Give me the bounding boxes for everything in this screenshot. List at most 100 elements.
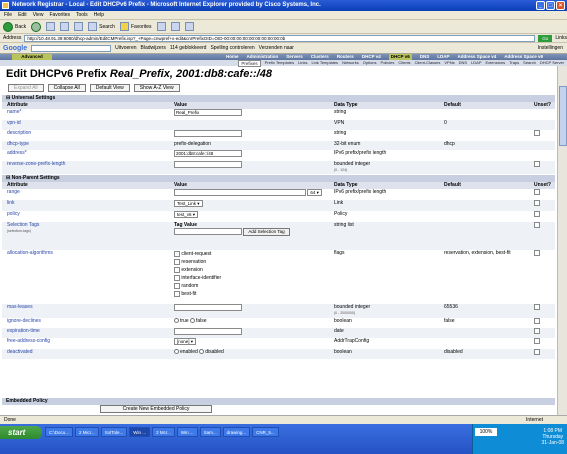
- unset-ignore-declines-checkbox[interactable]: [534, 318, 540, 324]
- subnav-dns[interactable]: DNS: [459, 60, 467, 66]
- refresh-icon[interactable]: [60, 22, 70, 31]
- non-parent-settings-header[interactable]: ⊟ Non-Parent Settings: [2, 175, 555, 182]
- subnav-prefixes[interactable]: Prefixes: [238, 60, 261, 67]
- subnav-traps[interactable]: Traps: [509, 60, 519, 66]
- go-button[interactable]: Go: [538, 34, 553, 42]
- popup-blocked[interactable]: 114 geblokkeerd: [170, 45, 207, 51]
- unset-range-checkbox[interactable]: [534, 189, 540, 195]
- home-icon[interactable]: [74, 22, 84, 31]
- subnav-vpns[interactable]: VPNs: [444, 60, 454, 66]
- task-button[interactable]: drawing...: [222, 427, 251, 437]
- subnav-client-classes[interactable]: Client-Classes: [415, 60, 441, 66]
- range-input[interactable]: [174, 189, 306, 196]
- alloc-option[interactable]: interface-identifier: [174, 274, 221, 281]
- subnav-networks[interactable]: Networks: [342, 60, 359, 66]
- subnav-link-templates[interactable]: Link Templates: [311, 60, 338, 66]
- reverse-zone-input[interactable]: [174, 161, 242, 168]
- links-label[interactable]: Links: [555, 35, 567, 41]
- start-button[interactable]: start: [0, 426, 42, 439]
- media-icon[interactable]: [156, 22, 166, 31]
- collapse-all-button[interactable]: Collapse All: [47, 84, 86, 92]
- unset-free-address-checkbox[interactable]: [534, 338, 540, 344]
- ignore-declines-false-radio[interactable]: false: [190, 318, 207, 324]
- alloc-option[interactable]: client-request: [174, 250, 211, 257]
- task-button[interactable]: Sam...: [199, 427, 221, 437]
- task-button[interactable]: 2 Mcr...: [152, 427, 175, 437]
- create-embedded-policy-button[interactable]: Create New Embedded Policy: [100, 405, 212, 413]
- address-input[interactable]: http://10.48.91.39:8080/dhcp-admin/EditC…: [24, 34, 536, 42]
- scrollbar-thumb[interactable]: [559, 86, 567, 146]
- max-leases-input[interactable]: [174, 304, 242, 311]
- maximize-button[interactable]: □: [546, 1, 555, 10]
- name-input[interactable]: Real_Prefix: [174, 109, 242, 116]
- close-button[interactable]: ×: [556, 1, 565, 10]
- settings-button[interactable]: Instellingen: [538, 45, 563, 51]
- zoom-level[interactable]: 100%: [475, 428, 497, 436]
- subnav-ldap[interactable]: LDAP: [471, 60, 481, 66]
- task-button[interactable]: CNR_5...: [252, 427, 279, 437]
- task-button[interactable]: Win ...: [129, 427, 151, 437]
- show-az-view-button[interactable]: Show A-Z View: [133, 84, 180, 92]
- unset-reverse-zone-checkbox[interactable]: [534, 161, 540, 167]
- alloc-option[interactable]: reservation: [174, 258, 206, 265]
- deactivated-disabled-radio[interactable]: disabled: [199, 349, 224, 355]
- subnav-links[interactable]: Links: [298, 60, 307, 66]
- unset-allocation-checkbox[interactable]: [534, 250, 540, 256]
- send-to-button[interactable]: Verzenden naar: [259, 45, 294, 51]
- unset-max-leases-checkbox[interactable]: [534, 304, 540, 310]
- search-button[interactable]: Search: [88, 22, 115, 31]
- policy-select[interactable]: test_v6 ▾: [174, 211, 199, 218]
- bookmarks-button[interactable]: Bladwijzers: [141, 45, 166, 51]
- vertical-scrollbar[interactable]: [557, 66, 567, 415]
- mail-icon[interactable]: [170, 22, 180, 31]
- default-view-button[interactable]: Default View: [89, 84, 130, 92]
- menu-file[interactable]: File: [4, 11, 12, 19]
- link-select[interactable]: Test_Link ▾: [174, 200, 203, 207]
- unset-selection-tags-checkbox[interactable]: [534, 222, 540, 228]
- task-button[interactable]: C:\Docu...: [45, 427, 74, 437]
- forward-button[interactable]: [31, 21, 42, 32]
- subnav-policies[interactable]: Policies: [381, 60, 395, 66]
- expiration-input[interactable]: [174, 328, 242, 335]
- task-button[interactable]: 2 Micr...: [75, 427, 99, 437]
- subnav-options[interactable]: Options: [363, 60, 377, 66]
- unset-deactivated-checkbox[interactable]: [534, 349, 540, 355]
- alloc-option[interactable]: random: [174, 282, 198, 289]
- favorites-button[interactable]: Favorites: [119, 22, 152, 31]
- ignore-declines-true-radio[interactable]: true: [174, 318, 189, 324]
- google-search-button[interactable]: Uitvoeren: [115, 45, 136, 51]
- subnav-prefix-templates[interactable]: Prefix Templates: [265, 60, 295, 66]
- back-button[interactable]: Back: [3, 21, 26, 32]
- address-input-field[interactable]: 2001:db8:cafe::/48: [174, 150, 242, 157]
- expand-all-button[interactable]: Expand All: [8, 84, 44, 92]
- menu-favorites[interactable]: Favorites: [49, 11, 70, 19]
- clock[interactable]: 1:08 PM Thursday 31-Jan-08: [541, 428, 564, 446]
- subnav-extensions[interactable]: Extensions: [486, 60, 506, 66]
- subnav-clients[interactable]: Clients: [398, 60, 410, 66]
- add-selection-tag-button[interactable]: Add Selection Tag: [243, 228, 290, 236]
- google-search-input[interactable]: [31, 44, 112, 52]
- prefix-length-select[interactable]: 64 ▾: [307, 189, 322, 196]
- description-input[interactable]: [174, 130, 242, 137]
- minimize-button[interactable]: _: [536, 1, 545, 10]
- print-icon[interactable]: [184, 22, 194, 31]
- subnav-search[interactable]: Search: [523, 60, 536, 66]
- unset-policy-checkbox[interactable]: [534, 211, 540, 217]
- deactivated-enabled-radio[interactable]: enabled: [174, 349, 198, 355]
- free-address-select[interactable]: [none] ▾: [174, 338, 197, 345]
- task-button[interactable]: Win ...: [176, 427, 198, 437]
- unset-expiration-checkbox[interactable]: [534, 328, 540, 334]
- menu-help[interactable]: Help: [94, 11, 104, 19]
- menu-view[interactable]: View: [33, 11, 44, 19]
- unset-description-checkbox[interactable]: [534, 130, 540, 136]
- universal-settings-header[interactable]: ⊟ Universal Settings: [2, 95, 555, 102]
- alloc-option[interactable]: extension: [174, 266, 203, 273]
- menu-tools[interactable]: Tools: [76, 11, 88, 19]
- unset-link-checkbox[interactable]: [534, 200, 540, 206]
- alloc-option[interactable]: best-fit: [174, 290, 196, 297]
- menu-edit[interactable]: Edit: [18, 11, 27, 19]
- tag-value-input[interactable]: [174, 228, 242, 235]
- task-button[interactable]: SolTole...: [100, 427, 128, 437]
- stop-icon[interactable]: [46, 22, 56, 31]
- spelling-button[interactable]: Spelling controleren: [210, 45, 254, 51]
